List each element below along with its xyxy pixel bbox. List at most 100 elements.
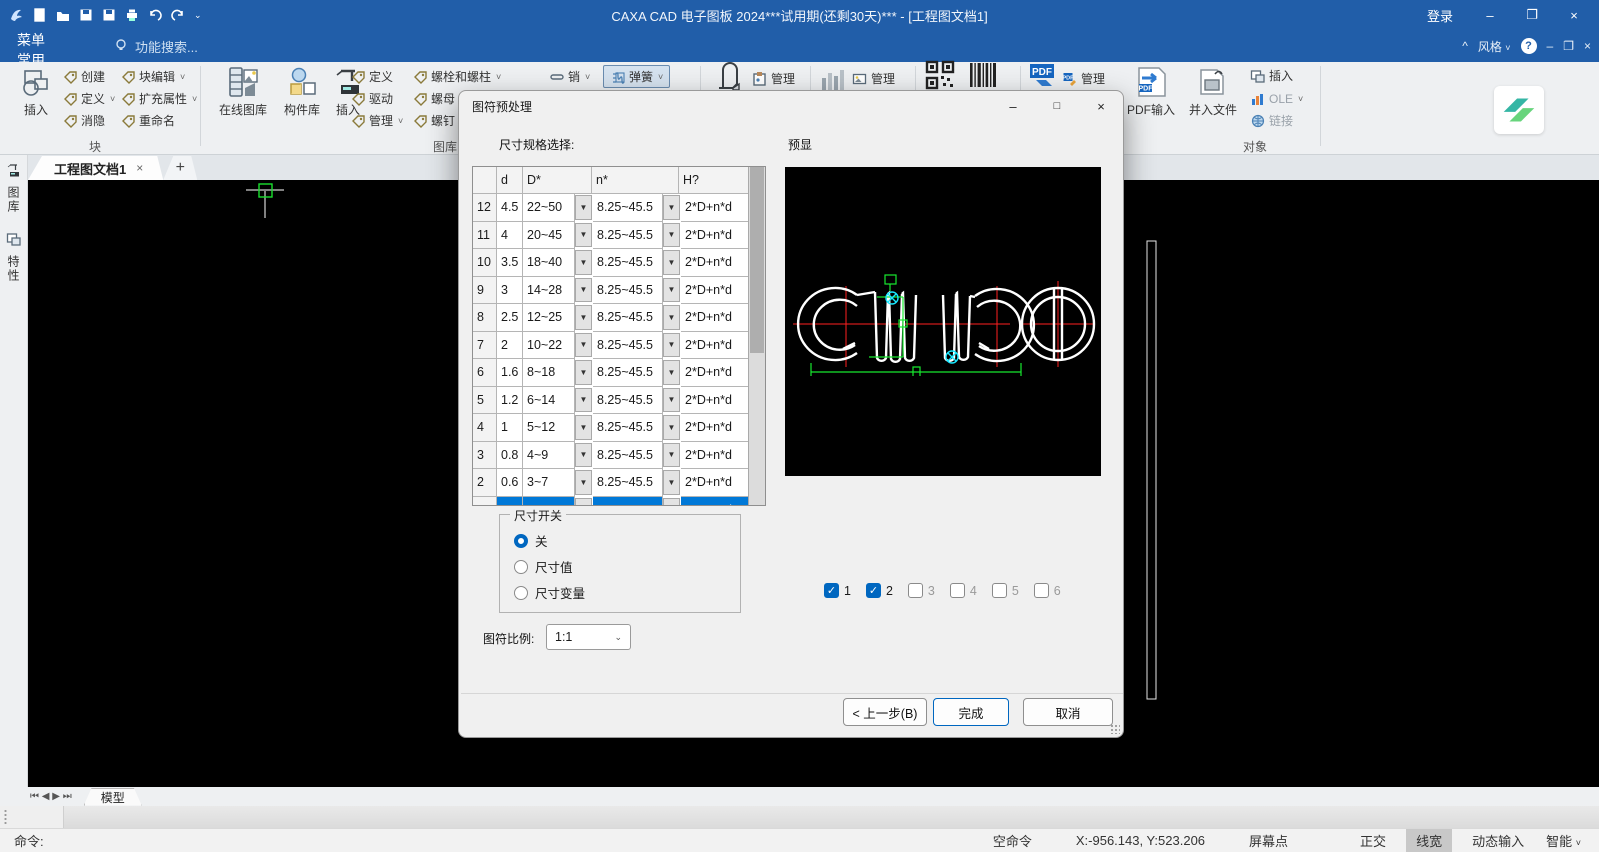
ribbon-small-button[interactable]: 重命名˅ <box>120 110 175 131</box>
D-cell[interactable]: 8~18 <box>523 359 575 387</box>
n-dropdown-button[interactable]: ▼ <box>663 222 680 247</box>
H-cell[interactable]: 2*D+n*d <box>681 276 752 304</box>
pin-button[interactable]: 销 ˅ <box>549 66 590 87</box>
row-number-cell[interactable]: 3 <box>473 441 497 469</box>
tab-close-icon[interactable]: × <box>136 161 143 175</box>
H-cell[interactable]: 2*D+n*d <box>681 386 752 414</box>
dimension-switch-radio[interactable]: 关 <box>514 531 548 550</box>
n-dropdown-button[interactable]: ▼ <box>663 497 680 505</box>
command-window-handle[interactable] <box>0 806 64 828</box>
ribbon-small-button[interactable]: 块编辑 ˅ <box>120 66 185 87</box>
qr-code-button[interactable] <box>925 60 955 89</box>
D-dropdown-button[interactable]: ▼ <box>575 470 592 495</box>
H-cell[interactable]: 2*D+n*d <box>681 194 752 222</box>
D-dropdown-button[interactable]: ▼ <box>575 415 592 440</box>
table-row[interactable]: 8 2.5 12~25 ▼ 8.25~45.5 ▼ 2*D+n*d <box>473 304 765 332</box>
table-row[interactable]: 5 1.2 6~14 ▼ 8.25~45.5 ▼ 2*D+n*d <box>473 386 765 414</box>
table-row[interactable]: 11 4 20~45 ▼ 8.25~45.5 ▼ 2*D+n*d <box>473 221 765 249</box>
model-tab[interactable]: 模型 <box>84 788 142 806</box>
view-checkbox[interactable]: ✓ 1 <box>824 583 851 598</box>
n-cell[interactable]: 8.25~45.5 <box>593 331 663 359</box>
object-insert-button[interactable]: 插入 <box>1250 65 1293 86</box>
save-icon[interactable] <box>79 8 93 22</box>
d-cell[interactable]: 1.2 <box>497 386 523 414</box>
D-cell[interactable]: 14~28 <box>523 276 575 304</box>
row-number-cell[interactable]: 4 <box>473 414 497 442</box>
n-cell[interactable]: 8.25~45.5 <box>593 386 663 414</box>
H-cell[interactable]: 2*D+n*d <box>681 441 752 469</box>
d-cell[interactable]: 4.5 <box>497 194 523 222</box>
open-file-icon[interactable] <box>56 8 70 22</box>
D-dropdown-button[interactable]: ▼ <box>575 360 592 385</box>
d-cell[interactable]: 0.8 <box>497 441 523 469</box>
n-dropdown-button[interactable]: ▼ <box>663 442 680 467</box>
row-number-cell[interactable]: 8 <box>473 304 497 332</box>
H-cell[interactable]: 2*D+n*d <box>681 249 752 277</box>
view-checkbox[interactable]: ✓ 3 <box>907 583 935 598</box>
status-smart-snap-menu[interactable]: 智能 ˅ <box>1536 831 1599 850</box>
status-ortho-toggle[interactable]: 正交 <box>1348 831 1398 850</box>
row-number-cell[interactable]: 7 <box>473 331 497 359</box>
n-dropdown-button[interactable]: ▼ <box>663 360 680 385</box>
ribbon-small-button[interactable]: 螺栓和螺柱 ˅ <box>412 66 501 87</box>
doc-minimize-icon[interactable]: – <box>1547 39 1554 53</box>
undo-icon[interactable] <box>148 8 162 22</box>
n-cell[interactable]: 8.25~45.5 <box>593 469 663 497</box>
H-cell[interactable]: 2*D+n*d <box>681 221 752 249</box>
back-button[interactable]: < 上一步(B) <box>843 698 927 726</box>
doc-restore-icon[interactable]: ❐ <box>1563 39 1574 53</box>
n-cell[interactable]: 8.25~45.5 <box>593 194 663 222</box>
table-row[interactable]: 2 0.6 3~7 ▼ 8.25~45.5 ▼ 2*D+n*d <box>473 469 765 497</box>
finish-button[interactable]: 完成 <box>933 698 1009 726</box>
manage-image-button[interactable]: 管理 <box>852 68 895 89</box>
D-cell[interactable]: 22~50 <box>523 194 575 222</box>
preview-viewport[interactable] <box>785 167 1101 476</box>
login-button[interactable]: 登录 <box>1413 6 1467 25</box>
ribbon-small-button[interactable]: 消隐˅ <box>62 110 105 131</box>
D-cell[interactable]: 5~12 <box>523 414 575 442</box>
D-cell[interactable]: 18~40 <box>523 249 575 277</box>
H-cell[interactable]: 2*D+n*d <box>681 359 752 387</box>
n-cell[interactable]: 8.25~45.5 <box>593 276 663 304</box>
row-number-cell[interactable]: 11 <box>473 221 497 249</box>
table-row[interactable]: 10 3.5 18~40 ▼ 8.25~45.5 ▼ 2*D+n*d <box>473 249 765 277</box>
customize-toolbar-icon[interactable]: ⌄ <box>194 10 202 21</box>
dialog-titlebar[interactable]: 图符预处理 – □ × <box>459 91 1123 121</box>
save-as-icon[interactable] <box>102 8 116 22</box>
D-dropdown-button[interactable]: ▼ <box>575 387 592 412</box>
print-icon[interactable] <box>125 8 139 22</box>
D-dropdown-button[interactable]: ▼ <box>575 195 592 220</box>
redo-icon[interactable] <box>171 8 185 22</box>
n-cell[interactable]: 8.25~45.5 <box>593 249 663 277</box>
n-dropdown-button[interactable]: ▼ <box>663 470 680 495</box>
barcode-button[interactable] <box>968 62 998 87</box>
d-cell[interactable]: 2.5 <box>497 304 523 332</box>
cancel-button[interactable]: 取消 <box>1023 698 1113 726</box>
d-cell[interactable]: 0.5 <box>497 496 523 505</box>
link-button[interactable]: 链接 <box>1250 110 1293 131</box>
row-number-cell[interactable]: 2 <box>473 469 497 497</box>
D-dropdown-button[interactable]: ▼ <box>575 277 592 302</box>
view-checkbox[interactable]: ✓ 2 <box>865 583 893 598</box>
n-cell[interactable]: 8.25~45.5 <box>593 221 663 249</box>
manage-clip-button[interactable]: 管理 <box>752 68 795 89</box>
spec-table[interactable]: d D* n* H? 12 4.5 22~50 ▼ 8.25~45.5 ▼ 2*… <box>472 166 766 506</box>
row-number-cell[interactable]: 6 <box>473 359 497 387</box>
chart-tool[interactable] <box>818 64 846 90</box>
dialog-resize-grip[interactable] <box>1110 724 1120 734</box>
D-cell[interactable]: 4~9 <box>523 441 575 469</box>
ribbon-small-button[interactable]: 管理 ˅ <box>350 110 403 131</box>
merge-file-button[interactable]: 并入文件 <box>1184 65 1242 118</box>
table-row[interactable]: 1 0.5 3~6 ▼ 8.25~45.5 ▼ 2*D+n*d <box>473 496 765 505</box>
style-menu[interactable]: 风格 ˅ <box>1478 38 1511 55</box>
n-cell[interactable]: 8.25~45.5 <box>593 359 663 387</box>
window-close-button[interactable]: × <box>1555 1 1593 29</box>
table-row[interactable]: 3 0.8 4~9 ▼ 8.25~45.5 ▼ 2*D+n*d <box>473 441 765 469</box>
help-icon[interactable]: ? <box>1520 38 1537 54</box>
H-cell[interactable]: 2*D+n*d <box>681 331 752 359</box>
H-cell[interactable]: 2*D+n*d <box>681 304 752 332</box>
symbol-scale-combobox[interactable]: 1:1 ⌄ <box>546 624 631 650</box>
D-cell[interactable]: 3~7 <box>523 469 575 497</box>
pdf-tool[interactable] <box>1028 63 1056 86</box>
online-library-button[interactable]: 在线图库 <box>212 65 274 118</box>
